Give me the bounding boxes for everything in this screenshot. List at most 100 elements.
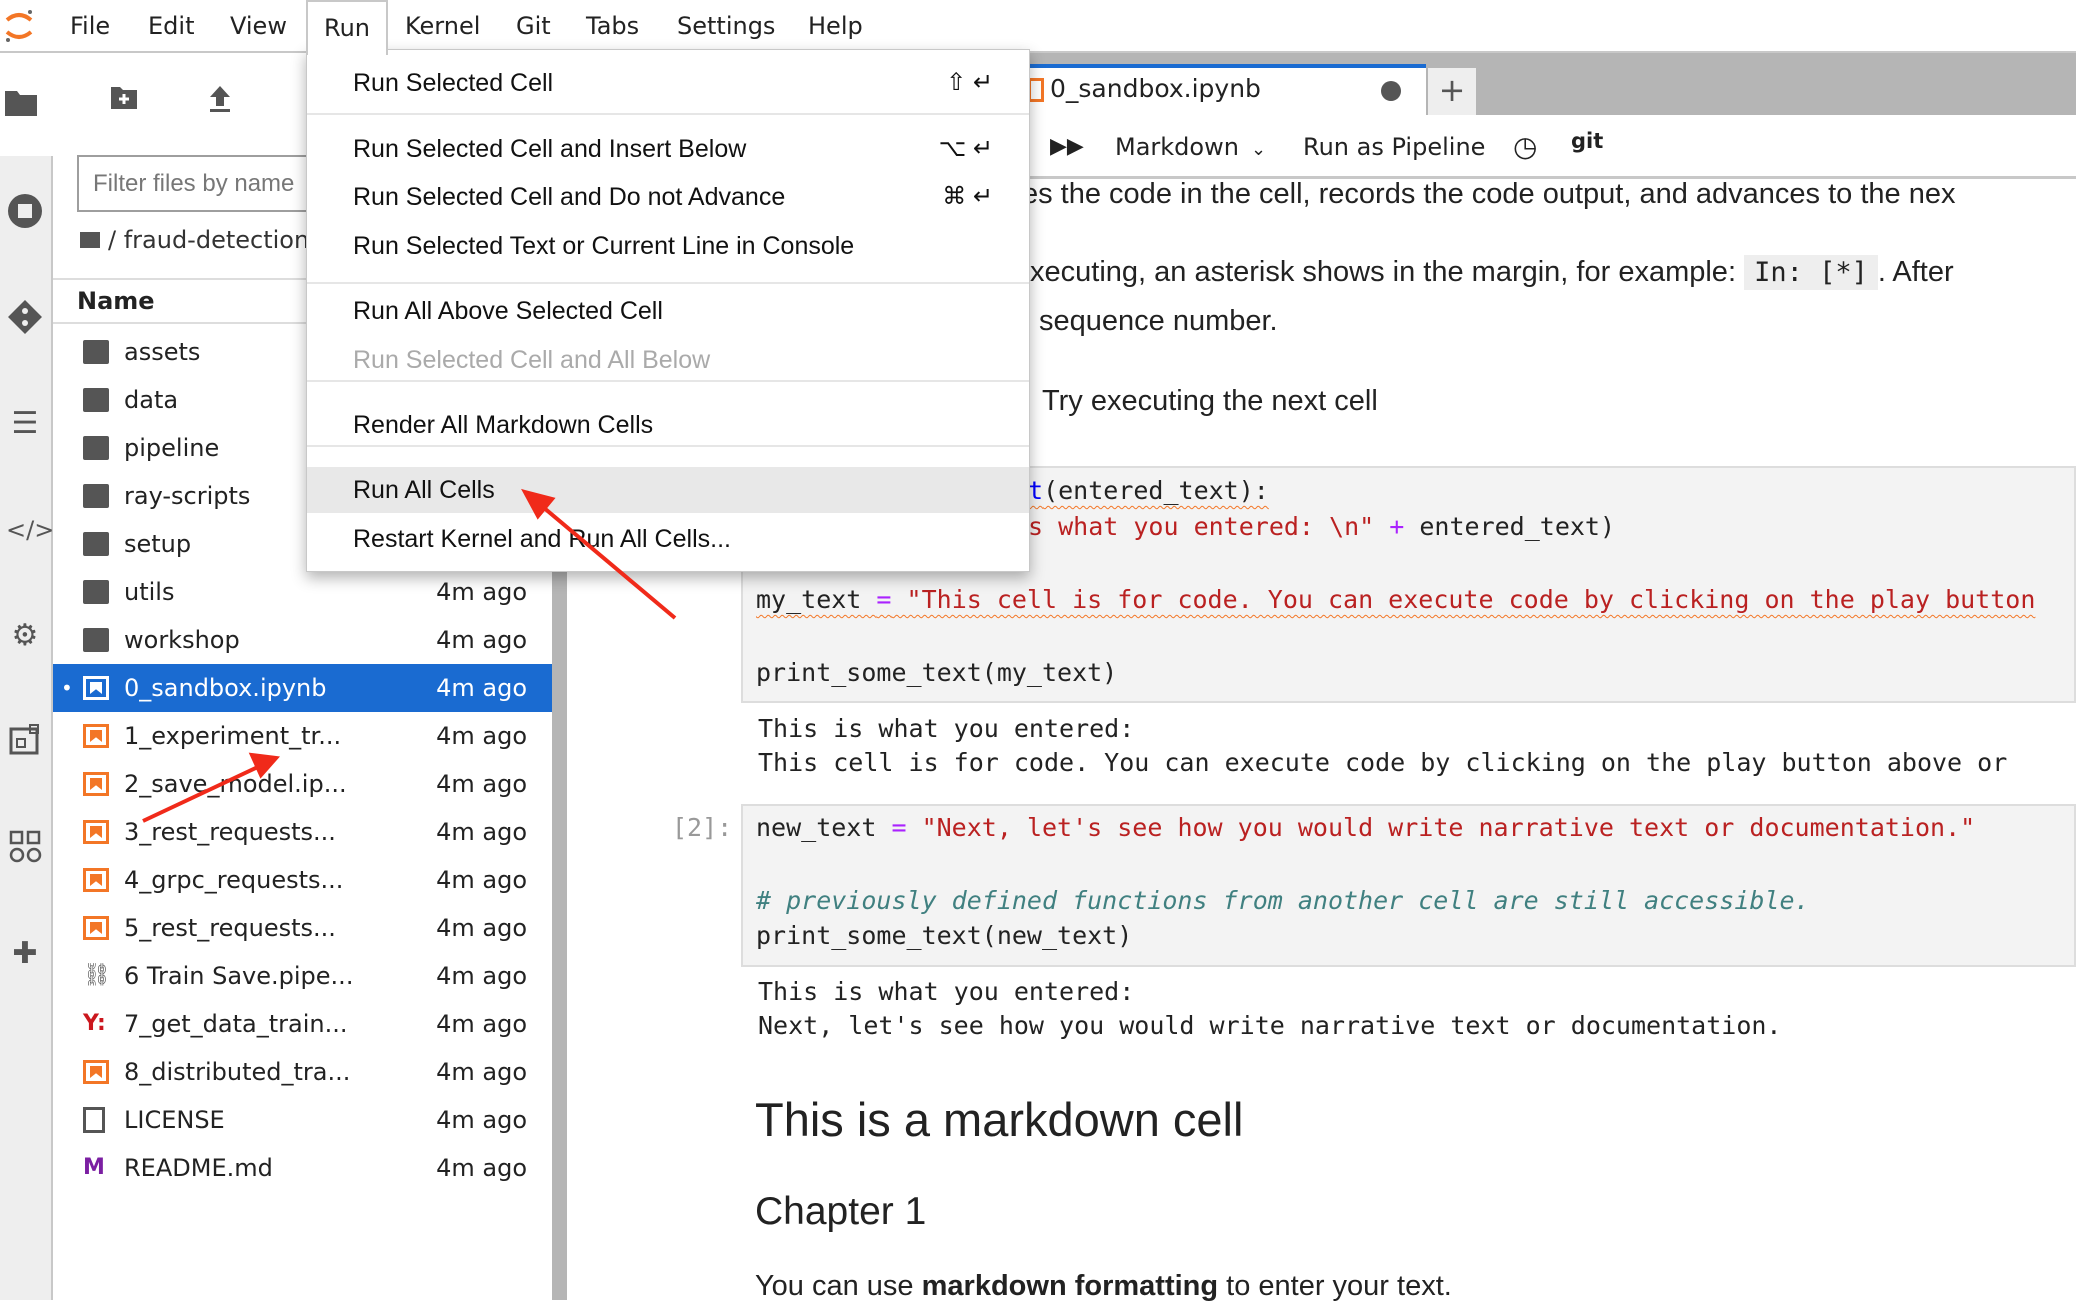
file-name: 3_rest_requests... xyxy=(124,818,336,846)
file-row[interactable]: 5_rest_requests... 4m ago xyxy=(53,904,552,952)
clock-icon[interactable]: ◷ xyxy=(1513,130,1537,164)
file-row[interactable]: M README.md 4m ago xyxy=(53,1144,552,1192)
code-token: new_text xyxy=(756,813,892,842)
markdown-text: xecuting, an asterisk shows in the margi… xyxy=(1030,255,1954,290)
menu-run[interactable]: Run xyxy=(306,0,389,55)
file-name: 5_rest_requests... xyxy=(124,914,336,942)
text: to enter your text. xyxy=(1218,1270,1452,1302)
stop-circle-icon[interactable] xyxy=(6,193,44,231)
menu-file[interactable]: File xyxy=(70,0,110,53)
menu-item[interactable]: Run Selected Cell and Do not Advance ⌘ ↵ xyxy=(307,174,1029,220)
file-modified: 4m ago xyxy=(436,1154,527,1182)
menu-item[interactable]: Run Selected Text or Current Line in Con… xyxy=(307,223,1029,269)
file-name: 0_sandbox.ipynb xyxy=(124,674,327,702)
file-row[interactable]: 4_grpc_requests... 4m ago xyxy=(53,856,552,904)
new-folder-button[interactable] xyxy=(110,84,138,114)
menu-item[interactable]: Run All Above Selected Cell xyxy=(307,288,1029,334)
menu-separator xyxy=(307,282,1029,284)
menu-item-label: Run All Cells xyxy=(353,476,495,504)
output-line: Next, let's see how you would write narr… xyxy=(758,1011,1782,1040)
code-line: t(entered_text): xyxy=(1028,476,1269,505)
menu-kernel[interactable]: Kernel xyxy=(405,0,480,53)
file-name: data xyxy=(124,386,179,414)
folder-icon xyxy=(83,628,109,652)
bold-text: markdown formatting xyxy=(921,1270,1219,1302)
file-row[interactable]: 2_save_model.ip... 4m ago xyxy=(53,760,552,808)
pipeline-nodes-icon[interactable] xyxy=(6,829,44,867)
file-name: 2_save_model.ip... xyxy=(124,770,347,798)
code-line: print_some_text(new_text) xyxy=(756,921,1133,950)
menu-item-label: Run Selected Cell and Do not Advance xyxy=(353,183,786,211)
menu-item[interactable]: Run Selected Cell ⇧ ↵ xyxy=(307,60,1029,106)
file-name: setup xyxy=(124,530,192,558)
cell-type-value: Markdown xyxy=(1115,133,1239,161)
file-name: utils xyxy=(124,578,175,606)
extensions-puzzle-icon[interactable]: ✚ xyxy=(6,935,44,973)
folder-icon xyxy=(83,532,109,556)
palette-icon[interactable] xyxy=(6,723,44,761)
table-of-contents-icon[interactable]: ☰ xyxy=(6,405,44,443)
menu-item[interactable]: Run Selected Cell and Insert Below ⌥ ↵ xyxy=(307,126,1029,172)
folder-icon[interactable] xyxy=(2,87,40,125)
unsaved-dot-icon[interactable] xyxy=(1381,81,1401,101)
menu-item[interactable]: Run All Cells xyxy=(307,467,1029,513)
open-indicator-icon: • xyxy=(61,676,73,700)
file-name: 7_get_data_train... xyxy=(124,1010,348,1038)
menu-item-label: Run Selected Cell xyxy=(353,69,554,97)
jupyter-logo-icon xyxy=(5,10,33,42)
run-as-pipeline-button[interactable]: Run as Pipeline xyxy=(1303,130,1485,164)
shortcut: ⇧ ↵ xyxy=(946,69,993,96)
shortcut: ⌘ ↵ xyxy=(942,183,993,210)
pipeline-icon: ⛓ xyxy=(83,963,111,988)
upload-button[interactable] xyxy=(207,84,233,118)
file-modified: 4m ago xyxy=(436,1010,527,1038)
cell-type-select[interactable]: Markdown ⌄ xyxy=(1115,130,1266,167)
menu-help[interactable]: Help xyxy=(808,0,863,53)
file-row[interactable]: ⛓ 6 Train Save.pipe... 4m ago xyxy=(53,952,552,1000)
file-row[interactable]: Y: 7_get_data_train... 4m ago xyxy=(53,1000,552,1048)
file-row[interactable]: • 0_sandbox.ipynb 4m ago xyxy=(53,664,552,712)
file-row[interactable]: workshop 4m ago xyxy=(53,616,552,664)
file-name: LICENSE xyxy=(124,1106,225,1134)
menu-item[interactable]: Restart Kernel and Run All Cells... xyxy=(307,516,1029,562)
fast-forward-icon[interactable]: ▶▶ xyxy=(1050,130,1084,164)
file-modified: 4m ago xyxy=(436,1106,527,1134)
file-name: ray-scripts xyxy=(124,482,251,510)
new-tab-button[interactable]: + xyxy=(1428,68,1476,115)
tab-title: 0_sandbox.ipynb xyxy=(1050,74,1261,103)
file-row[interactable]: LICENSE 4m ago xyxy=(53,1096,552,1144)
menu-settings[interactable]: Settings xyxy=(677,0,775,53)
code-token: s what you entered: \n" xyxy=(1028,512,1375,541)
markdown-text: sequence number. xyxy=(1039,305,1278,337)
menu-git[interactable]: Git xyxy=(516,0,551,53)
file-row[interactable]: 3_rest_requests... 4m ago xyxy=(53,808,552,856)
menu-edit[interactable]: Edit xyxy=(148,0,194,53)
menu-item[interactable]: Run Selected Cell and All Below xyxy=(307,337,1029,383)
folder-icon xyxy=(83,340,109,364)
breadcrumb[interactable]: / fraud-detection xyxy=(80,226,309,254)
menu-view[interactable]: View xyxy=(230,0,287,53)
tab-0-sandbox[interactable]: 0_sandbox.ipynb xyxy=(1020,64,1426,115)
file-row[interactable]: 1_experiment_tr... 4m ago xyxy=(53,712,552,760)
code-line: my_text = "This cell is for code. You ca… xyxy=(756,585,2035,614)
file-row[interactable]: utils 4m ago xyxy=(53,568,552,616)
folder-icon xyxy=(83,436,109,460)
code-line: print_some_text(my_text) xyxy=(756,658,1118,687)
file-modified: 4m ago xyxy=(436,722,527,750)
menu-item-label: Run Selected Text or Current Line in Con… xyxy=(353,232,855,260)
git-button[interactable]: git xyxy=(1571,124,1603,158)
breadcrumb-path: / fraud-detection xyxy=(108,226,310,254)
menu-item-label: Run All Above Selected Cell xyxy=(353,297,663,325)
chevron-down-icon: ⌄ xyxy=(1250,139,1267,160)
folder-icon xyxy=(80,232,100,248)
menu-separator xyxy=(307,113,1029,115)
menu-tabs[interactable]: Tabs xyxy=(586,0,639,53)
git-icon[interactable] xyxy=(6,299,44,337)
code-snippets-icon[interactable]: </> xyxy=(6,511,54,549)
file-row[interactable]: 8_distributed_tra... 4m ago xyxy=(53,1048,552,1096)
left-sidebar: ☰ </> ⚙ ✚ xyxy=(0,156,54,1300)
code-token: = xyxy=(891,813,907,842)
menu-item[interactable]: Render All Markdown Cells xyxy=(307,402,1029,448)
file-modified: 4m ago xyxy=(436,914,527,942)
settings-gear-icon[interactable]: ⚙ xyxy=(6,617,44,655)
